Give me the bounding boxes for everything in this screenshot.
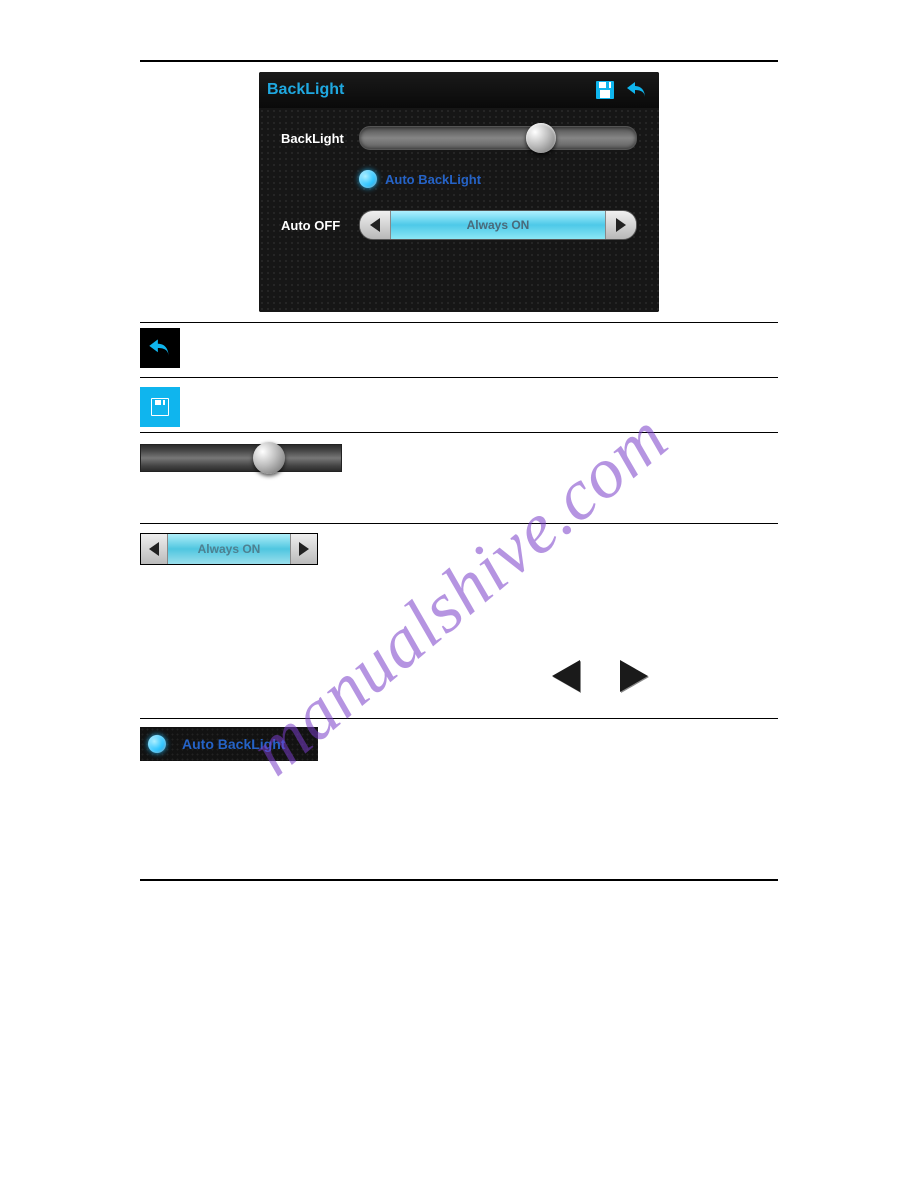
screen-title: BackLight — [267, 81, 593, 99]
spinner-value: Always ON — [167, 534, 291, 564]
spinner-next — [291, 534, 317, 564]
radio-icon — [148, 735, 166, 753]
spinner-icon: Always ON — [140, 533, 318, 565]
back-icon — [140, 328, 180, 368]
device-screenshot: BackLight BackLight Auto BackLight — [259, 72, 659, 312]
save-icon — [140, 387, 180, 427]
back-icon[interactable] — [623, 78, 651, 102]
spinner-prev[interactable] — [360, 211, 390, 239]
spinner-next[interactable] — [606, 211, 636, 239]
chevron-left-icon — [370, 218, 380, 232]
divider — [140, 879, 778, 881]
auto-backlight-row[interactable]: Auto BackLight — [359, 170, 637, 188]
auto-backlight-label: Auto BackLight — [182, 736, 285, 752]
spinner-value: Always ON — [390, 211, 606, 239]
legend-slider-row — [140, 433, 778, 483]
backlight-slider[interactable] — [359, 126, 637, 150]
slider-thumb[interactable] — [526, 123, 556, 153]
chevron-right-icon — [616, 218, 626, 232]
spinner-prev — [141, 534, 167, 564]
chevron-right-icon — [299, 542, 309, 556]
backlight-label: BackLight — [281, 131, 359, 146]
radio-icon[interactable] — [359, 170, 377, 188]
prev-page-icon[interactable] — [552, 660, 580, 692]
divider — [140, 377, 778, 378]
save-icon[interactable] — [593, 78, 617, 102]
screenshot-titlebar: BackLight — [259, 72, 659, 109]
auto-off-spinner[interactable]: Always ON — [359, 210, 637, 240]
auto-off-label: Auto OFF — [281, 218, 359, 233]
legend-spinner-row: Always ON — [140, 524, 778, 574]
backlight-row: BackLight — [281, 126, 637, 150]
auto-off-row: Auto OFF Always ON — [281, 210, 637, 240]
auto-backlight-label: Auto BackLight — [385, 172, 481, 187]
next-page-icon[interactable] — [620, 660, 648, 692]
chevron-left-icon — [149, 542, 159, 556]
manual-page: manualshive.com BackLight BackLight — [0, 0, 918, 1188]
nav-arrows — [140, 634, 778, 718]
divider — [140, 60, 778, 62]
legend-auto-backlight-row: Auto BackLight — [140, 719, 778, 769]
slider-icon — [140, 444, 342, 472]
auto-backlight-badge: Auto BackLight — [140, 727, 318, 761]
screenshot-body: BackLight Auto BackLight Auto OFF Always… — [259, 108, 659, 312]
legend-save-row — [140, 382, 778, 432]
legend-back-row — [140, 323, 778, 373]
